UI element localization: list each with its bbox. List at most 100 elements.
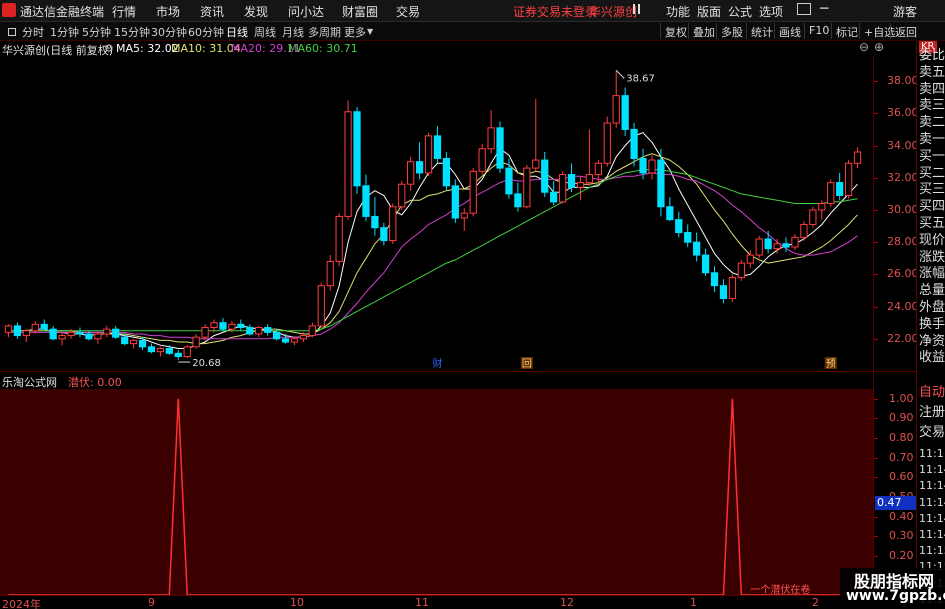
trade-panel-item[interactable]: 自动: [919, 384, 945, 401]
candle[interactable]: [433, 126, 442, 164]
candle[interactable]: [693, 232, 701, 262]
candle[interactable]: [612, 70, 620, 128]
candle[interactable]: [371, 197, 379, 236]
candle[interactable]: [398, 180, 406, 210]
candle[interactable]: [532, 98, 540, 172]
adjust-button[interactable]: 复权: [660, 23, 691, 39]
candle[interactable]: [666, 197, 674, 222]
trade-panel-item[interactable]: 交易: [919, 424, 945, 441]
sub-chart-title[interactable]: 乐淘公式网: [2, 374, 57, 390]
menu-formula[interactable]: 公式: [728, 3, 752, 20]
window-icon[interactable]: [797, 3, 811, 15]
tab-15min[interactable]: 15分钟: [114, 24, 150, 40]
candle[interactable]: [94, 332, 102, 344]
candlestick-chart[interactable]: 38.67 20.68 财 回 预: [0, 57, 873, 371]
candle[interactable]: [255, 325, 263, 338]
menu-ask[interactable]: 问小达: [288, 3, 324, 20]
candle[interactable]: [183, 345, 191, 359]
candle[interactable]: [576, 176, 585, 201]
candle[interactable]: [523, 164, 531, 209]
candle[interactable]: [290, 337, 299, 346]
candle[interactable]: [684, 224, 692, 248]
candle[interactable]: [469, 168, 477, 217]
menu-news[interactable]: 资讯: [200, 3, 224, 20]
candle[interactable]: [818, 200, 826, 220]
overlay-button[interactable]: 叠加: [688, 23, 719, 39]
candle[interactable]: [827, 179, 835, 207]
candle[interactable]: [103, 325, 111, 338]
candle[interactable]: [585, 129, 594, 186]
candle[interactable]: [129, 338, 138, 349]
candle[interactable]: [442, 152, 451, 191]
back-button[interactable]: 返回: [890, 23, 921, 39]
candle[interactable]: [264, 324, 272, 336]
candle[interactable]: [407, 156, 415, 191]
tab-multi-period[interactable]: 多周期: [308, 24, 341, 40]
candle[interactable]: [621, 87, 629, 136]
guest-label[interactable]: 游客: [893, 3, 917, 20]
menu-options[interactable]: 选项: [759, 3, 783, 20]
candle[interactable]: [156, 346, 165, 357]
login-alert[interactable]: 证券交易未登录: [513, 3, 597, 20]
trade-panel-item[interactable]: 注册: [919, 404, 945, 421]
candle[interactable]: [791, 234, 799, 251]
tab-30min[interactable]: 30分钟: [151, 24, 187, 40]
candle[interactable]: [362, 174, 370, 222]
menu-market[interactable]: 市场: [156, 3, 180, 20]
zoom-out-icon[interactable]: ⊖: [859, 40, 869, 54]
candle[interactable]: [4, 324, 13, 338]
more-dropdown-icon[interactable]: ▼: [367, 27, 373, 36]
candle[interactable]: [335, 213, 343, 267]
candle[interactable]: [853, 147, 862, 169]
minimize-icon[interactable]: ─: [820, 1, 828, 17]
tab-monthly[interactable]: 月线: [282, 24, 304, 40]
candle[interactable]: [514, 182, 522, 212]
candle[interactable]: [389, 203, 397, 244]
menu-wealth[interactable]: 财富圈: [342, 3, 378, 20]
candle[interactable]: [809, 206, 817, 228]
candle[interactable]: [719, 279, 728, 304]
candle[interactable]: [281, 333, 290, 344]
menu-function[interactable]: 功能: [666, 3, 690, 20]
candle[interactable]: [451, 179, 459, 223]
f10-button[interactable]: F10: [804, 23, 833, 39]
zoom-in-icon[interactable]: ⊕: [874, 40, 884, 54]
candle[interactable]: [353, 106, 361, 194]
candle[interactable]: [487, 110, 495, 154]
candle[interactable]: [550, 180, 558, 206]
candle[interactable]: [246, 324, 254, 336]
candle[interactable]: [174, 350, 182, 361]
event-marker-2[interactable]: 预: [826, 358, 836, 370]
candle[interactable]: [728, 274, 737, 302]
pause-icon[interactable]: [633, 4, 640, 14]
candle[interactable]: [40, 319, 48, 331]
candle[interactable]: [424, 132, 433, 177]
statistics-button[interactable]: 统计: [746, 23, 777, 39]
candle[interactable]: [567, 163, 576, 193]
candle[interactable]: [326, 255, 334, 291]
mark-button[interactable]: 标记: [831, 23, 862, 39]
main-chart-title[interactable]: 华兴源创(日线 前复权): [2, 42, 113, 58]
candle[interactable]: [237, 319, 245, 331]
menu-discover[interactable]: 发现: [244, 3, 268, 20]
candle[interactable]: [764, 230, 772, 254]
candle[interactable]: [648, 155, 656, 180]
candle[interactable]: [836, 172, 844, 201]
candle[interactable]: [657, 148, 665, 217]
candle[interactable]: [737, 259, 745, 281]
tab-daily[interactable]: 日线: [226, 24, 248, 40]
candle[interactable]: [192, 333, 200, 349]
draw-line-button[interactable]: 画线: [774, 23, 805, 39]
signal-indicator-chart[interactable]: 一个潜伏在卷: [0, 389, 873, 595]
menu-quotes[interactable]: 行情: [112, 3, 136, 20]
tab-60min[interactable]: 60分钟: [188, 24, 224, 40]
candle[interactable]: [478, 143, 486, 175]
multi-stock-button[interactable]: 多股: [716, 23, 747, 39]
candle[interactable]: [496, 121, 504, 173]
candle[interactable]: [594, 160, 602, 185]
menu-layout[interactable]: 版面: [697, 3, 721, 20]
tab-intraday[interactable]: 分时: [22, 24, 44, 40]
candle[interactable]: [603, 116, 611, 167]
candle[interactable]: [58, 332, 66, 346]
tab-weekly[interactable]: 周线: [254, 24, 276, 40]
